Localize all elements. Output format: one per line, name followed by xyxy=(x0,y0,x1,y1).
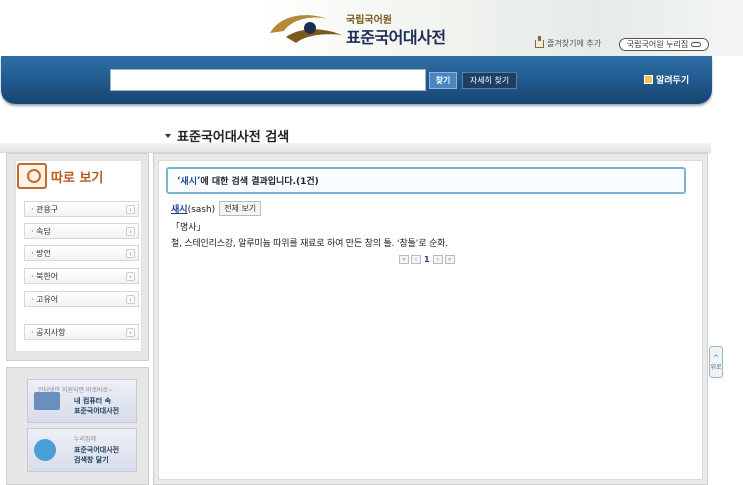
last-page-button[interactable]: » xyxy=(444,255,455,264)
promo-search-widget[interactable]: 누리집에 표준국어대사전 검색창 달기 xyxy=(27,428,137,472)
entry-part-of-speech: 「명사」 xyxy=(171,223,206,233)
add-favorite-link[interactable]: 즐겨찾기에 추가 xyxy=(535,35,602,49)
nuri-label: 국립국어원 누리집 xyxy=(626,40,689,49)
magnifier-icon xyxy=(17,163,47,189)
sidebar-item-label: · 방언 xyxy=(31,248,51,258)
advanced-search-button[interactable]: 자세히 찾기 xyxy=(462,72,517,89)
search-query: 새시 xyxy=(180,177,197,187)
chevron-up-icon: ^ xyxy=(713,353,719,362)
sidebar-item-proverb[interactable]: · 속담 › xyxy=(24,223,139,239)
prev-page-button[interactable]: ‹ xyxy=(411,255,421,264)
entry-word-link[interactable]: 새시 xyxy=(171,205,188,215)
notice-icon xyxy=(644,75,653,84)
scroll-top-label: 위로 xyxy=(710,363,722,371)
sidebar-item-native-word[interactable]: · 고유어 › xyxy=(24,291,139,307)
favorite-label: 즐겨찾기에 추가 xyxy=(547,39,602,48)
capsule-icon xyxy=(691,42,702,47)
sidebar-item-label: · 공지사항 xyxy=(31,327,66,337)
arrow-right-icon: › xyxy=(126,249,135,258)
result-summary: ‘새시’ 에 대한 검색 결과입니다.(1건) xyxy=(166,167,686,194)
globe-icon xyxy=(34,439,56,461)
sidebar-item-dialect[interactable]: · 방언 › xyxy=(24,245,139,261)
entry-head: 새시(sash) 전체 보기 xyxy=(171,201,448,216)
site-name: 표준국어대사전 xyxy=(346,28,446,47)
result-summary-text: 에 대한 검색 결과입니다.(1건) xyxy=(200,177,319,187)
current-page[interactable]: 1 xyxy=(423,255,431,264)
arrow-right-icon: › xyxy=(126,272,135,281)
search-input[interactable] xyxy=(110,69,426,91)
nuri-home-button[interactable]: 국립국어원 누리집 xyxy=(619,38,709,51)
sidebar-item-idiom[interactable]: · 관용구 › xyxy=(24,201,139,217)
triangle-bullet-icon xyxy=(165,133,171,138)
promo-line: 표준국어대사전 xyxy=(74,407,120,415)
title-divider xyxy=(0,143,711,153)
find-button[interactable]: 찾기 xyxy=(429,72,457,89)
sidebar-item-notice[interactable]: · 공지사항 › xyxy=(24,324,139,340)
pagination: « ‹ 1 › » xyxy=(399,255,455,264)
entry-definition: 철, 스테인리스강, 알루미늄 따위를 재료로 하여 만든 창의 틀. ‘창틀’… xyxy=(171,239,448,249)
arrow-right-icon: › xyxy=(126,328,135,337)
arrow-right-icon: › xyxy=(126,295,135,304)
promo-line: 검색창 달기 xyxy=(74,456,109,464)
scroll-top-tab[interactable]: ^ 위로 xyxy=(709,346,723,378)
entry-origin: (sash) xyxy=(187,205,216,215)
arrow-right-icon: › xyxy=(126,227,135,236)
full-view-button[interactable]: 전체 보기 xyxy=(219,201,262,216)
next-page-button[interactable]: › xyxy=(432,255,443,264)
sidebar-item-label: · 북한어 xyxy=(31,271,59,281)
search-bar: 찾기 자세히 찾기 알려두기 xyxy=(1,56,712,104)
promo-line: 표준국어대사전 xyxy=(74,446,120,454)
promo-line: 내 컴퓨터 속 xyxy=(74,397,112,405)
sidebar: 따로 보기 · 관용구 › · 속담 › · 방언 › · 북한어 › · 고유… xyxy=(6,153,149,361)
download-icon xyxy=(535,35,544,48)
sidebar-header: 따로 보기 xyxy=(17,163,103,189)
logo-swirl-icon xyxy=(270,15,342,43)
arrow-right-icon: › xyxy=(126,205,135,214)
result-entry: 새시(sash) 전체 보기 「명사」 철, 스테인리스강, 알루미늄 따위를 … xyxy=(171,201,448,249)
sidebar-item-north-korean[interactable]: · 북한어 › xyxy=(24,268,139,284)
computer-icon xyxy=(34,392,60,410)
promo-desktop-dictionary[interactable]: 인터넷만 지원되면 바로바로~ 내 컴퓨터 속 표준국어대사전 xyxy=(27,379,137,423)
notice-link[interactable]: 알려두기 xyxy=(644,73,689,86)
site-header: 국립국어원 표준국어대사전 즐겨찾기에 추가 국립국어원 누리집 xyxy=(0,0,743,56)
sidebar-title: 따로 보기 xyxy=(51,170,104,186)
notice-label: 알려두기 xyxy=(656,76,690,86)
promo-panel: 인터넷만 지원되면 바로바로~ 내 컴퓨터 속 표준국어대사전 누리집에 표준국… xyxy=(6,367,149,485)
main-content: ‘새시’ 에 대한 검색 결과입니다.(1건) 새시(sash) 전체 보기 「명… xyxy=(153,153,708,485)
sidebar-item-label: · 속담 xyxy=(31,226,51,236)
sidebar-item-label: · 관용구 xyxy=(31,204,59,214)
promo-line: 누리집에 xyxy=(74,436,97,443)
first-page-button[interactable]: « xyxy=(399,255,409,264)
site-logo[interactable]: 국립국어원 표준국어대사전 xyxy=(266,9,466,47)
sidebar-item-label: · 고유어 xyxy=(31,294,59,304)
result-panel: ‘새시’ 에 대한 검색 결과입니다.(1건) 새시(sash) 전체 보기 「명… xyxy=(158,160,703,480)
